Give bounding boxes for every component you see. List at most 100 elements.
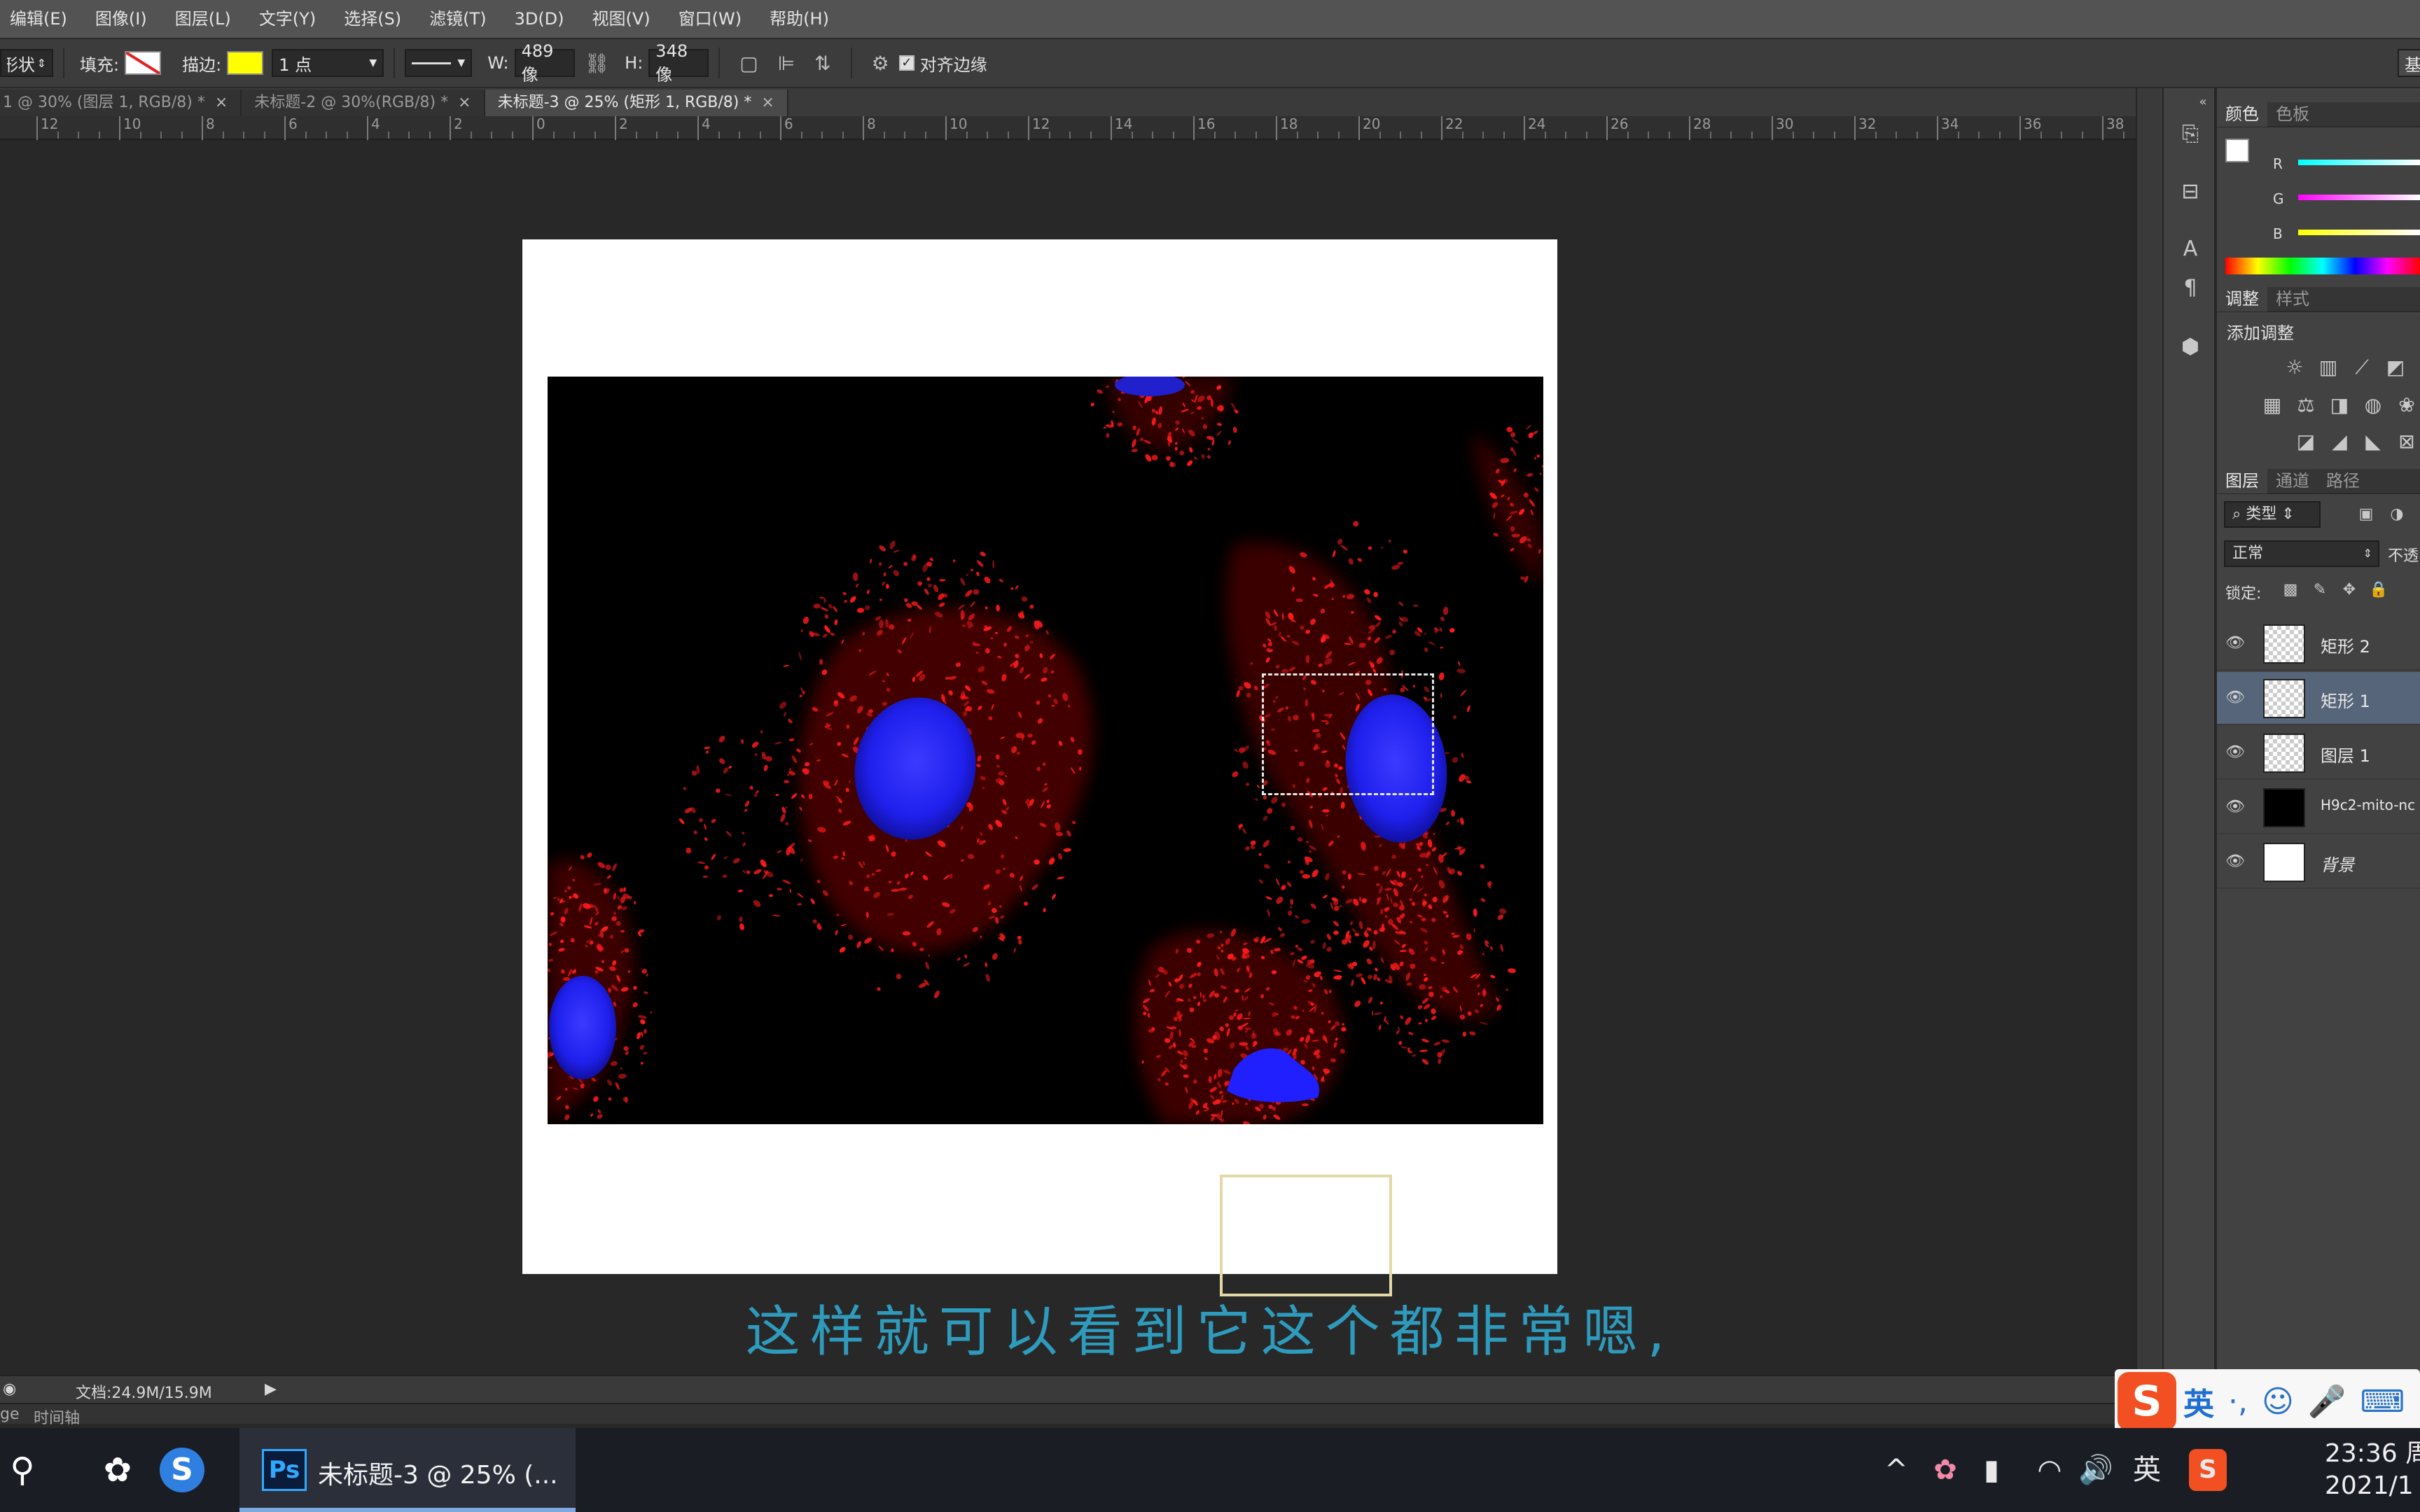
sogou-browser-icon[interactable]: S bbox=[160, 1448, 204, 1492]
history-icon[interactable]: ⎘ bbox=[2176, 120, 2204, 148]
search-icon[interactable]: ⚲ bbox=[0, 1448, 45, 1492]
sogou-tray-icon[interactable]: S bbox=[2189, 1449, 2227, 1491]
path-operations-icon[interactable]: ▢ bbox=[739, 52, 758, 75]
visibility-eye-icon[interactable]: 👁 bbox=[2225, 634, 2245, 654]
tab-timeline[interactable]: 时间轴 bbox=[34, 1406, 80, 1428]
menu-3d[interactable]: 3D(D) bbox=[501, 0, 578, 38]
play-arrow-icon[interactable]: ▶ bbox=[265, 1380, 277, 1398]
menu-image[interactable]: 图像(I) bbox=[81, 0, 161, 38]
channel-b-slider[interactable] bbox=[2298, 230, 2420, 235]
visibility-eye-icon[interactable]: 👁 bbox=[2225, 689, 2245, 708]
width-input[interactable]: 489 像 bbox=[514, 41, 575, 85]
collapse-arrows-icon[interactable]: « bbox=[2189, 88, 2217, 116]
tab-swatches[interactable]: 色板 bbox=[2267, 102, 2318, 127]
marquee-selection[interactable] bbox=[1262, 673, 1434, 795]
document-canvas[interactable] bbox=[522, 239, 1557, 1296]
tab-adjustments[interactable]: 调整 bbox=[2217, 286, 2267, 312]
layer-filter-select[interactable]: ⌕ 类型 ⇕ bbox=[2224, 501, 2321, 528]
layer-name[interactable]: 矩形 2 bbox=[2321, 633, 2370, 657]
close-icon[interactable]: × bbox=[761, 94, 774, 111]
menu-help[interactable]: 帮助(H) bbox=[756, 0, 843, 38]
tab-document-3[interactable]: 未标题-3 @ 25% (矩形 1, RGB/8) * × bbox=[485, 90, 788, 116]
tab-color[interactable]: 颜色 bbox=[2217, 102, 2267, 127]
workspace-button[interactable]: 基 bbox=[2398, 49, 2420, 77]
horizontal-ruler[interactable]: 12 10 8 6 4 2 0 2 4 6 8 10 12 14 16 18 20 22 24 26 28 30 32 34 3… bbox=[0, 116, 2166, 140]
layer-row[interactable]: 👁 图层 1 bbox=[2217, 727, 2420, 780]
align-edges-checkbox[interactable]: ✓ bbox=[898, 55, 915, 71]
input-language-indicator[interactable]: 英 bbox=[2126, 1449, 2168, 1491]
vibrance-icon[interactable]: ▦ bbox=[2260, 393, 2284, 417]
tab-layers[interactable]: 图层 bbox=[2217, 468, 2267, 493]
image-filter-icon[interactable]: ▣ bbox=[2354, 503, 2378, 526]
color-balance-icon[interactable]: ⚖ bbox=[2294, 393, 2318, 417]
layer-row[interactable]: 👁 H9c2-mito-nc bbox=[2217, 781, 2420, 834]
photoshop-taskbar-button[interactable]: Ps 未标题-3 @ 25% (... bbox=[239, 1428, 576, 1512]
menu-filter[interactable]: 滤镜(T) bbox=[415, 0, 500, 38]
levels-icon[interactable]: ▥ bbox=[2316, 356, 2340, 379]
tab-paths[interactable]: 路径 bbox=[2318, 468, 2368, 493]
channel-mixer-icon[interactable]: ❀ bbox=[2395, 393, 2419, 417]
layer-row[interactable]: 👁 背景 bbox=[2217, 836, 2420, 889]
black-white-icon[interactable]: ◨ bbox=[2328, 393, 2351, 417]
visibility-eye-icon[interactable]: 👁 bbox=[2225, 798, 2245, 818]
stroke-type-select[interactable]: ▼ bbox=[405, 49, 473, 77]
system-clock[interactable]: 23:36 周 2021/1 bbox=[2325, 1438, 2420, 1502]
chevron-up-icon[interactable]: ^ bbox=[1881, 1449, 1912, 1491]
punctuation-icon[interactable]: ·, bbox=[2228, 1384, 2248, 1420]
flower-app-icon[interactable]: ✿ bbox=[1927, 1449, 1963, 1491]
invert-icon[interactable]: ◪ bbox=[2294, 430, 2318, 454]
brightness-icon[interactable]: ☼ bbox=[2283, 356, 2307, 379]
shape-mode-select[interactable]: 形状 ⇕ bbox=[0, 49, 53, 77]
blend-mode-select[interactable]: 正常 ⇕ bbox=[2224, 540, 2379, 567]
layer-name[interactable]: 背景 bbox=[2321, 851, 2354, 876]
tab-styles[interactable]: 样式 bbox=[2267, 286, 2318, 312]
canvas-area[interactable] bbox=[0, 140, 2136, 1375]
channel-r-slider[interactable] bbox=[2298, 160, 2420, 165]
layer-row[interactable]: 👁 矩形 1 bbox=[2217, 672, 2420, 725]
ime-lang-toggle[interactable]: 英 bbox=[2183, 1379, 2214, 1424]
menu-type[interactable]: 文字(Y) bbox=[245, 0, 330, 38]
lock-transparent-icon[interactable]: ▩ bbox=[2279, 578, 2302, 602]
close-icon[interactable]: × bbox=[215, 94, 228, 111]
posterize-icon[interactable]: ◢ bbox=[2328, 430, 2351, 454]
layer-name[interactable]: H9c2-mito-nc bbox=[2321, 797, 2415, 813]
volume-icon[interactable]: 🔊 bbox=[2078, 1449, 2113, 1491]
gear-icon[interactable]: ⚙ bbox=[872, 52, 889, 75]
wifi-icon[interactable]: ◠ bbox=[2032, 1449, 2067, 1491]
close-icon[interactable]: × bbox=[458, 94, 471, 111]
lock-position-icon[interactable]: ✥ bbox=[2337, 578, 2361, 602]
stroke-swatch[interactable] bbox=[227, 51, 264, 75]
properties-icon[interactable]: ⊟ bbox=[2176, 178, 2204, 206]
character-icon[interactable]: A bbox=[2176, 235, 2204, 263]
emoji-icon[interactable]: ☺ bbox=[2262, 1384, 2294, 1420]
tab-channels[interactable]: 通道 bbox=[2267, 468, 2318, 493]
path-arrangement-icon[interactable]: ⇅ bbox=[814, 52, 830, 75]
microphone-icon[interactable]: 🎤 bbox=[2308, 1383, 2346, 1420]
fill-swatch[interactable] bbox=[125, 51, 162, 75]
document-size-info[interactable]: 文档:24.9M/15.9M bbox=[76, 1380, 212, 1403]
3d-cube-icon[interactable]: ⬢ bbox=[2176, 333, 2204, 361]
left-panel-tab[interactable]: ge bbox=[0, 1406, 20, 1423]
foreground-color-swatch[interactable] bbox=[2225, 139, 2249, 162]
menu-layer[interactable]: 图层(L) bbox=[161, 0, 245, 38]
menu-select[interactable]: 选择(S) bbox=[330, 0, 415, 38]
visibility-eye-icon[interactable]: 👁 bbox=[2225, 853, 2245, 872]
menu-edit[interactable]: 编辑(E) bbox=[0, 0, 81, 38]
sogou-logo-icon[interactable]: S bbox=[2118, 1372, 2176, 1431]
pinwheel-app-icon[interactable]: ✿ bbox=[95, 1448, 140, 1492]
color-spectrum-bar[interactable] bbox=[2225, 258, 2420, 274]
path-alignment-icon[interactable]: ⊫ bbox=[778, 52, 795, 75]
layer-name[interactable]: 矩形 1 bbox=[2321, 687, 2370, 712]
tab-document-1[interactable]: 1 @ 30% (图层 1, RGB/8) * × bbox=[0, 90, 242, 116]
curves-icon[interactable]: ⟋ bbox=[2350, 356, 2374, 379]
photo-filter-icon[interactable]: ◍ bbox=[2361, 393, 2385, 417]
selective-color-icon[interactable]: ⊠ bbox=[2395, 430, 2419, 454]
layer-row[interactable]: 👁 矩形 2 bbox=[2217, 617, 2420, 671]
exposure-icon[interactable]: ◩ bbox=[2384, 356, 2407, 379]
rectangle-shape-layer[interactable] bbox=[1220, 1175, 1392, 1296]
lock-all-icon[interactable]: 🔒 bbox=[2367, 578, 2391, 602]
menu-window[interactable]: 窗口(W) bbox=[665, 0, 756, 38]
height-input[interactable]: 348 像 bbox=[648, 41, 709, 85]
menu-view[interactable]: 视图(V) bbox=[578, 0, 665, 38]
link-icon[interactable]: ⛓ bbox=[585, 52, 610, 75]
